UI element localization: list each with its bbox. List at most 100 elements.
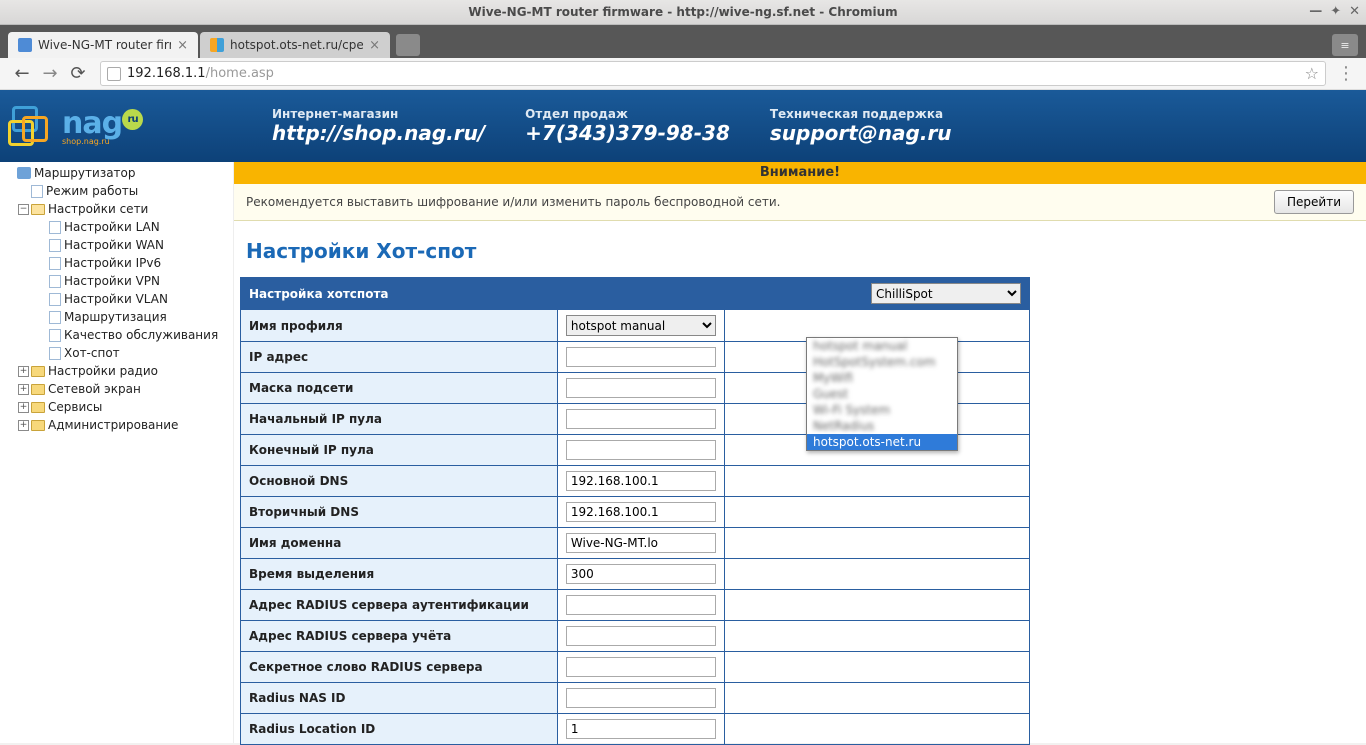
config-input[interactable] (566, 471, 716, 491)
browser-tab[interactable]: hotspot.ots-net.ru/cpe/ × (200, 32, 390, 58)
tree-item-wan[interactable]: Настройки WAN (0, 236, 233, 254)
page-info-icon[interactable] (107, 67, 121, 81)
tab-close-icon[interactable]: × (177, 38, 188, 53)
config-field-cell (557, 466, 724, 497)
config-field-cell (557, 621, 724, 652)
banner-label: Техническая поддержка (770, 107, 952, 121)
expand-icon[interactable]: + (18, 402, 29, 413)
config-input[interactable] (566, 719, 716, 739)
window-close-icon[interactable]: ✕ (1349, 4, 1360, 19)
tree-item-radio[interactable]: +Настройки радио (0, 362, 233, 380)
tree-item-firewall[interactable]: +Сетевой экран (0, 380, 233, 398)
dropdown-option[interactable]: HotSpotSystem.com (807, 354, 957, 370)
tree-item-routing[interactable]: Маршрутизация (0, 308, 233, 326)
window-title: Wive-NG-MT router firmware - http://wive… (468, 5, 897, 19)
config-field-cell (557, 590, 724, 621)
config-input[interactable] (566, 440, 716, 460)
hotspot-mode-select[interactable]: ChilliSpot (871, 283, 1021, 304)
config-field-cell: hotspot manual (557, 310, 724, 342)
address-bar[interactable]: 192.168.1.1/home.asp ☆ (100, 61, 1326, 86)
back-button[interactable]: ← (10, 62, 34, 86)
banner-value: http://shop.nag.ru/ (272, 121, 485, 145)
config-input[interactable] (566, 657, 716, 677)
config-input[interactable] (566, 595, 716, 615)
page-icon (49, 347, 61, 360)
config-row: Основной DNS (241, 466, 1030, 497)
notice-bar: Рекомендуется выставить шифрование и/или… (234, 184, 1366, 221)
config-row: Секретное слово RADIUS сервера (241, 652, 1030, 683)
tree-item-hotspot[interactable]: Хот-спот (0, 344, 233, 362)
dropdown-option[interactable]: hotspot manual (807, 338, 957, 354)
banner-sales: Отдел продаж +7(343)379-98-38 (525, 107, 730, 145)
notice-go-button[interactable]: Перейти (1274, 190, 1354, 214)
tree-item-mode[interactable]: Режим работы (0, 182, 233, 200)
config-row: Radius Location ID (241, 714, 1030, 745)
dropdown-option-selected[interactable]: hotspot.ots-net.ru (807, 434, 957, 450)
page-icon (49, 275, 61, 288)
config-label: Radius Location ID (241, 714, 558, 745)
expand-icon[interactable]: + (18, 366, 29, 377)
tree-item-admin[interactable]: +Администрирование (0, 416, 233, 434)
tree-item-ipv6[interactable]: Настройки IPv6 (0, 254, 233, 272)
config-field-cell (557, 714, 724, 745)
config-row: Radius NAS ID (241, 683, 1030, 714)
nav-tree: Маршрутизатор Режим работы −Настройки се… (0, 162, 234, 743)
profile-dropdown-list[interactable]: hotspot manual HotSpotSystem.com MyWifi … (806, 337, 958, 451)
config-input[interactable] (566, 564, 716, 584)
browser-tab-active[interactable]: Wive-NG-MT router firm × (8, 32, 198, 58)
reload-button[interactable]: ⟳ (66, 62, 90, 86)
config-spacer (724, 714, 1029, 745)
profile-select[interactable]: hotspot manual (566, 315, 716, 336)
dropdown-option[interactable]: MyWifi (807, 370, 957, 386)
tree-item-vlan[interactable]: Настройки VLAN (0, 290, 233, 308)
notice-header: Внимание! (234, 162, 1366, 184)
logo-mark-icon (8, 102, 58, 150)
tabstrip-menu-icon[interactable]: ≡ (1332, 34, 1358, 56)
dropdown-option[interactable]: Wi-Fi System (807, 402, 957, 418)
config-field-cell (557, 683, 724, 714)
collapse-icon[interactable]: − (18, 204, 29, 215)
banner-shop[interactable]: Интернет-магазин http://shop.nag.ru/ (272, 107, 485, 145)
tree-item-lan[interactable]: Настройки LAN (0, 218, 233, 236)
tree-root[interactable]: Маршрутизатор (0, 164, 233, 182)
bookmark-star-icon[interactable]: ☆ (1305, 64, 1319, 83)
config-label: Вторичный DNS (241, 497, 558, 528)
tree-item-services[interactable]: +Сервисы (0, 398, 233, 416)
config-spacer (724, 559, 1029, 590)
browser-menu-icon[interactable]: ⋮ (1334, 63, 1358, 84)
router-icon (17, 167, 31, 179)
config-field-cell (557, 342, 724, 373)
dropdown-option[interactable]: Guest (807, 386, 957, 402)
config-field-cell (557, 497, 724, 528)
browser-tabstrip: Wive-NG-MT router firm × hotspot.ots-net… (0, 25, 1366, 58)
tab-close-icon[interactable]: × (369, 38, 380, 53)
banner-support[interactable]: Техническая поддержка support@nag.ru (770, 107, 952, 145)
forward-button[interactable]: → (38, 62, 62, 86)
config-spacer (724, 590, 1029, 621)
config-input[interactable] (566, 409, 716, 429)
folder-icon (31, 384, 45, 395)
url-text: 192.168.1.1/home.asp (127, 66, 274, 81)
expand-icon[interactable]: + (18, 420, 29, 431)
config-input[interactable] (566, 688, 716, 708)
site-logo[interactable]: nagru shop.nag.ru (8, 102, 232, 150)
config-label: Radius NAS ID (241, 683, 558, 714)
favicon-icon (210, 38, 224, 52)
config-input[interactable] (566, 533, 716, 553)
banner-value: +7(343)379-98-38 (525, 121, 730, 145)
config-label: Время выделения (241, 559, 558, 590)
config-spacer (724, 497, 1029, 528)
tree-item-vpn[interactable]: Настройки VPN (0, 272, 233, 290)
page-icon (49, 239, 61, 252)
window-maximize-icon[interactable]: ✦ (1330, 4, 1341, 19)
tree-item-net[interactable]: −Настройки сети (0, 200, 233, 218)
config-input[interactable] (566, 626, 716, 646)
dropdown-option[interactable]: NetRadius (807, 418, 957, 434)
config-input[interactable] (566, 378, 716, 398)
window-minimize-icon[interactable]: — (1309, 4, 1322, 19)
config-input[interactable] (566, 347, 716, 367)
expand-icon[interactable]: + (18, 384, 29, 395)
config-input[interactable] (566, 502, 716, 522)
tree-item-qos[interactable]: Качество обслуживания (0, 326, 233, 344)
new-tab-button[interactable] (396, 34, 420, 56)
